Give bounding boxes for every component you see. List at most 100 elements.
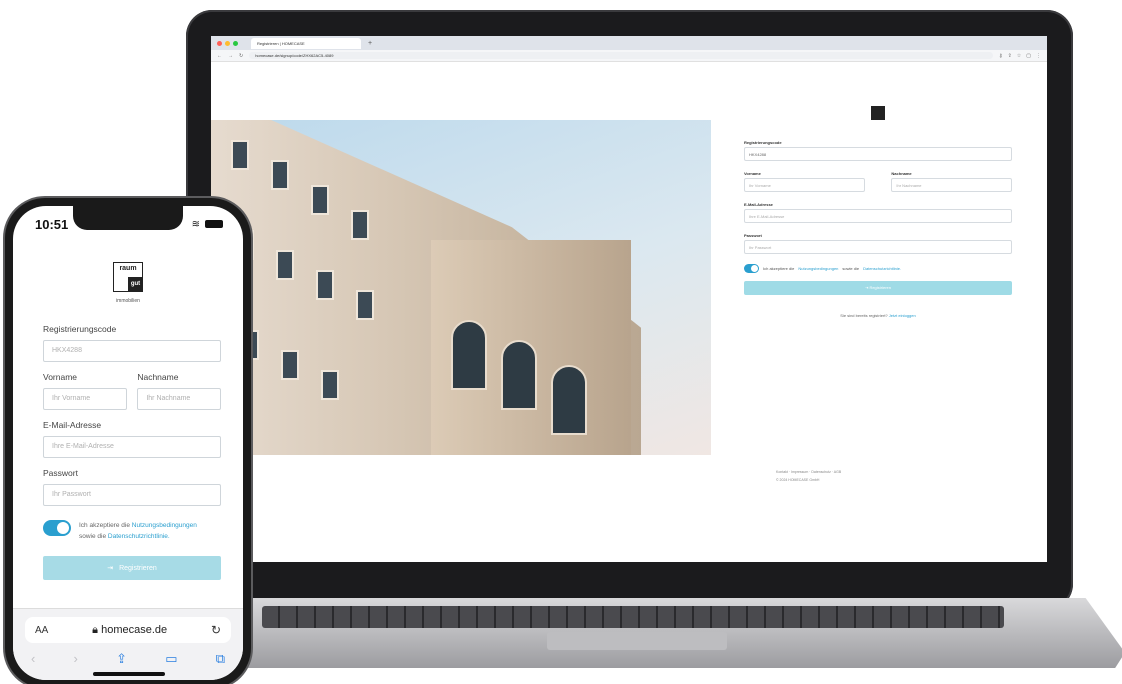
key-icon[interactable]: ⚷ bbox=[999, 53, 1003, 59]
tabs-icon[interactable]: ⧉ bbox=[216, 651, 225, 667]
laptop-trackpad bbox=[547, 632, 727, 650]
code-input[interactable]: HKX4288 bbox=[43, 340, 221, 362]
safari-toolbar: AA 🔒︎ homecase.de ↻ ‹ › ⇪ ▭ ⧉ bbox=[13, 608, 243, 680]
browser-tab[interactable]: Registrieren | HOMECASE bbox=[251, 37, 361, 49]
domain-text: homecase.de bbox=[101, 623, 168, 636]
desktop-signup-form: Registrierungscode HKX4288 Vorname Ihr V… bbox=[744, 106, 1012, 318]
lastname-input[interactable]: Ihr Nachname bbox=[891, 178, 1012, 192]
url-input[interactable]: homecase.de/signup/code/ZHX62AC5-4089 bbox=[249, 52, 993, 59]
lock-icon: 🔒︎ bbox=[92, 623, 102, 636]
password-label: Passwort bbox=[744, 233, 762, 238]
email-input[interactable]: Ihre E-Mail-Adresse bbox=[43, 436, 221, 458]
share-icon[interactable]: ⇪ bbox=[116, 651, 127, 667]
window-shape bbox=[231, 140, 249, 170]
arched-window-shape bbox=[551, 365, 587, 435]
wifi-icon: ≋ bbox=[191, 218, 200, 230]
terms-toggle[interactable] bbox=[744, 264, 759, 273]
forward-icon[interactable]: › bbox=[74, 651, 78, 667]
arched-window-shape bbox=[501, 340, 537, 410]
bookmarks-icon[interactable]: ▭ bbox=[165, 651, 177, 667]
logo-word-1: raum bbox=[119, 265, 137, 272]
privacy-link[interactable]: Datenschutzrichtlinie. bbox=[863, 266, 901, 271]
window-shape bbox=[276, 250, 294, 280]
laptop-screen: Registrieren | HOMECASE + ← → ↻ homecase… bbox=[211, 36, 1047, 562]
back-icon[interactable]: ← bbox=[217, 53, 222, 59]
register-label: Registrieren bbox=[869, 285, 892, 290]
code-label: Registrierungscode bbox=[43, 324, 117, 334]
window-shape bbox=[281, 350, 299, 380]
password-input[interactable]: Ihr Passwort bbox=[43, 484, 221, 506]
lastname-label: Nachname bbox=[137, 372, 179, 382]
terms-link[interactable]: Nutzungsbedingungen bbox=[798, 266, 838, 271]
terms-mid: sowie die bbox=[842, 266, 860, 271]
safari-domain: 🔒︎ homecase.de bbox=[92, 624, 167, 637]
password-label: Passwort bbox=[43, 468, 78, 478]
footer-links[interactable]: Kontakt · Impressum · Datenschutz · AGB bbox=[776, 468, 841, 476]
new-tab-icon[interactable]: + bbox=[368, 40, 372, 47]
safari-address-bar[interactable]: AA 🔒︎ homecase.de ↻ bbox=[25, 617, 231, 643]
firstname-label: Vorname bbox=[744, 171, 761, 176]
reload-icon[interactable]: ↻ bbox=[239, 53, 243, 59]
text-size-button[interactable]: AA bbox=[35, 625, 48, 636]
email-label: E-Mail-Adresse bbox=[744, 202, 773, 207]
firstname-input[interactable]: Ihr Vorname bbox=[744, 178, 865, 192]
tabs-icon[interactable]: ▢ bbox=[1026, 53, 1031, 59]
window-shape bbox=[311, 185, 329, 215]
terms-prefix: Ich akzeptiere die bbox=[763, 266, 795, 271]
battery-icon bbox=[205, 220, 223, 228]
register-icon: ⇥ bbox=[107, 565, 114, 572]
safari-nav: ‹ › ⇪ ▭ ⧉ bbox=[13, 643, 243, 667]
password-input[interactable]: Ihr Passwort bbox=[744, 240, 1012, 254]
browser-tabbar: Registrieren | HOMECASE + bbox=[211, 36, 1047, 50]
minimize-window-icon[interactable] bbox=[225, 40, 230, 46]
menu-icon[interactable]: ⋮ bbox=[1036, 53, 1041, 59]
logo-word-2: gut bbox=[128, 277, 143, 291]
terms-toggle[interactable] bbox=[43, 520, 71, 536]
register-button[interactable]: ⇥ Registrieren bbox=[744, 281, 1012, 295]
maximize-window-icon[interactable] bbox=[233, 40, 238, 46]
privacy-link[interactable]: Datenschutzrichtlinie. bbox=[108, 533, 170, 540]
firstname-label: Vorname bbox=[43, 372, 78, 382]
firstname-input[interactable]: Ihr Vorname bbox=[43, 388, 127, 410]
lastname-input[interactable]: Ihr Nachname bbox=[137, 388, 221, 410]
login-link[interactable]: Jetzt einloggen bbox=[889, 313, 916, 318]
hero-building-image bbox=[211, 120, 711, 455]
status-time: 10:51 bbox=[35, 216, 69, 232]
page-footer: Kontakt · Impressum · Datenschutz · AGB … bbox=[776, 468, 841, 484]
star-icon[interactable]: ☆ bbox=[1017, 53, 1021, 59]
email-label: E-Mail-Adresse bbox=[43, 420, 102, 430]
brand-logo bbox=[871, 106, 885, 120]
phone-notch bbox=[73, 206, 183, 230]
brand-logo: raum gut immobilien bbox=[13, 262, 243, 306]
window-shape bbox=[271, 160, 289, 190]
logo-mark: raum gut bbox=[113, 262, 143, 292]
code-label: Registrierungscode bbox=[744, 140, 782, 145]
login-prompt: Sie sind bereits registriert? Jetzt einl… bbox=[744, 313, 1012, 318]
phone-screen: 10:51 ≋ raum gut immobilien Registrierun… bbox=[13, 206, 243, 680]
browser-addressbar: ← → ↻ homecase.de/signup/code/ZHX62AC5-4… bbox=[211, 50, 1047, 62]
window-shape bbox=[356, 290, 374, 320]
arched-window-shape bbox=[451, 320, 487, 390]
home-indicator bbox=[93, 672, 165, 676]
lastname-label: Nachname bbox=[891, 171, 912, 176]
laptop-keyboard bbox=[262, 606, 1004, 628]
reload-icon[interactable]: ↻ bbox=[211, 623, 221, 637]
email-input[interactable]: Ihre E-Mail-Adresse bbox=[744, 209, 1012, 223]
register-button[interactable]: ⇥ Registrieren bbox=[43, 556, 221, 580]
terms-text: Ich akzeptiere die Nutzungsbedingungen s… bbox=[79, 520, 197, 542]
footer-copyright: © 2024 HOMECASE GmbH bbox=[776, 478, 820, 482]
login-text: Sie sind bereits registriert? bbox=[840, 313, 888, 318]
terms-link[interactable]: Nutzungsbedingungen bbox=[132, 522, 197, 529]
code-input[interactable]: HKX4288 bbox=[744, 147, 1012, 161]
logo-subtitle: immobilien bbox=[116, 298, 140, 304]
register-label: Registrieren bbox=[119, 564, 157, 572]
window-shape bbox=[316, 270, 334, 300]
window-shape bbox=[321, 370, 339, 400]
mobile-signup-form: Registrierungscode HKX4288 Vorname Ihr V… bbox=[13, 306, 243, 580]
phone-frame: 10:51 ≋ raum gut immobilien Registrierun… bbox=[5, 198, 251, 684]
forward-icon[interactable]: → bbox=[228, 53, 233, 59]
close-window-icon[interactable] bbox=[217, 40, 222, 46]
terms-mid: sowie die bbox=[79, 533, 107, 540]
share-icon[interactable]: ⇪ bbox=[1008, 53, 1012, 59]
back-icon[interactable]: ‹ bbox=[31, 651, 35, 667]
